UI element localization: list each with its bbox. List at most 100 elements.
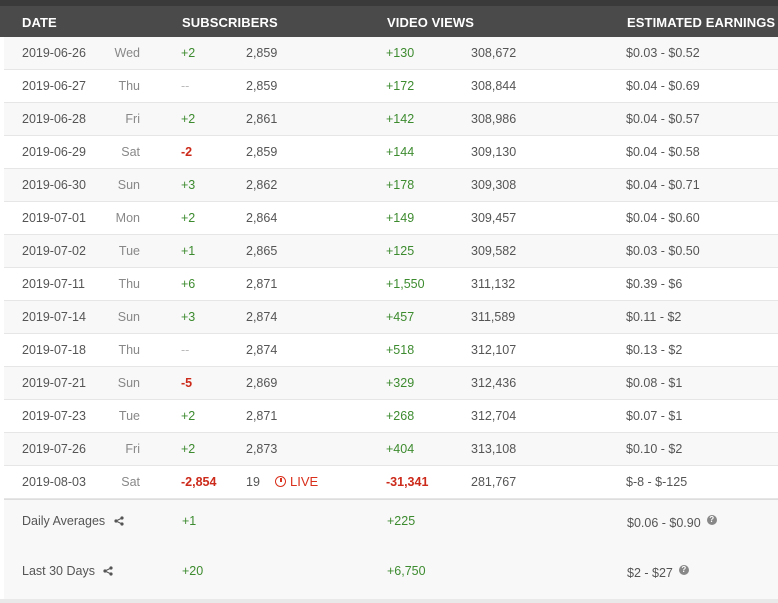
daily-view-change: +225 (387, 514, 416, 528)
table-row: 2019-06-30 Sun +3 2,862 +178 309,308 $0.04 - $… (4, 169, 778, 202)
last-30-days-row: Last 30 Days +20 +6,750 $2 - $27? (4, 564, 778, 594)
subscriber-total-cell: 2,859 (246, 79, 278, 93)
subscriber-total-cell: 2,859 (246, 145, 278, 159)
date-cell: 2019-07-02 (22, 244, 86, 258)
last-30-days-label[interactable]: Last 30 Days (22, 564, 114, 578)
header-video-views: VIDEO VIEWS (387, 15, 475, 30)
view-total-cell: 309,582 (471, 244, 517, 258)
view-total-cell: 311,132 (471, 277, 516, 291)
subscriber-change-cell: +2 (181, 46, 196, 60)
earnings-cell: $-8 - $-125 (626, 475, 688, 489)
subscriber-change-cell: -- (181, 79, 190, 93)
last30-earnings: $2 - $27? (627, 565, 689, 580)
share-icon[interactable] (114, 516, 124, 526)
view-change-cell: +125 (386, 244, 415, 258)
day-cell: Fri (125, 442, 140, 456)
subscriber-change-cell: +2 (181, 442, 196, 456)
help-icon[interactable]: ? (678, 565, 689, 575)
table-row: 2019-06-27 Thu -- 2,859 +172 308,844 $0.04 - $… (4, 70, 778, 103)
earnings-cell: $0.04 - $0.57 (626, 112, 700, 126)
view-total-cell: 313,108 (471, 442, 517, 456)
subscriber-change-cell: +2 (181, 409, 196, 423)
share-icon[interactable] (103, 566, 114, 576)
subscriber-change-cell: -2 (181, 145, 193, 159)
subscriber-change-cell: -5 (181, 376, 193, 390)
subscriber-total-cell: 2,869 (246, 376, 278, 390)
last30-view-change: +6,750 (387, 564, 426, 578)
view-total-cell: 312,107 (471, 343, 517, 357)
table-row: 2019-07-14 Sun +3 2,874 +457 311,589 $0.11 - $… (4, 301, 778, 334)
date-cell: 2019-06-29 (22, 145, 86, 159)
day-cell: Sat (121, 475, 140, 489)
subscriber-change-cell: -- (181, 343, 190, 357)
header-date: DATE (22, 15, 57, 30)
subscriber-total-cell: 2,864 (246, 211, 278, 225)
daily-averages-label[interactable]: Daily Averages (22, 514, 124, 528)
subscriber-change-cell: +2 (181, 211, 196, 225)
table-row: 2019-08-03 Sat -2,854 19 LIVE -31,341 281,767 $… (4, 466, 778, 499)
date-cell: 2019-07-01 (22, 211, 86, 225)
view-total-cell: 311,589 (471, 310, 516, 324)
clock-icon (275, 476, 286, 487)
day-cell: Thu (118, 277, 140, 291)
earnings-cell: $0.04 - $0.60 (626, 211, 700, 225)
earnings-cell: $0.04 - $0.58 (626, 145, 700, 159)
view-change-cell: +518 (386, 343, 415, 357)
help-icon[interactable]: ? (706, 515, 717, 525)
date-cell: 2019-07-26 (22, 442, 86, 456)
date-cell: 2019-06-26 (22, 46, 86, 60)
date-cell: 2019-07-21 (22, 376, 86, 390)
view-total-cell: 309,308 (471, 178, 517, 192)
header-earnings: ESTIMATED EARNINGS (627, 15, 776, 30)
earnings-cell: $0.10 - $2 (626, 442, 683, 456)
day-cell: Sun (117, 178, 140, 192)
subscriber-total-cell: 2,874 (246, 310, 278, 324)
table-row: 2019-07-01 Mon +2 2,864 +149 309,457 $0.04 - $… (4, 202, 778, 235)
day-cell: Sun (117, 310, 140, 324)
view-total-cell: 308,986 (471, 112, 517, 126)
earnings-cell: $0.39 - $6 (626, 277, 683, 291)
day-cell: Mon (115, 211, 140, 225)
table-body: 2019-06-26 Wed +2 2,859 +130 308,672 $0.03 - $… (4, 37, 778, 499)
subscriber-change-cell: +6 (181, 277, 196, 291)
last30-sub-change: +20 (182, 564, 204, 578)
view-total-cell: 309,130 (471, 145, 517, 159)
view-total-cell: 308,844 (471, 79, 517, 93)
date-cell: 2019-06-28 (22, 112, 86, 126)
table-row: 2019-06-26 Wed +2 2,859 +130 308,672 $0.03 - $… (4, 37, 778, 70)
subscriber-total-cell: 2,874 (246, 343, 278, 357)
subscriber-total-cell: 19 (246, 475, 260, 489)
date-cell: 2019-08-03 (22, 475, 86, 489)
view-change-cell: +142 (386, 112, 415, 126)
subscriber-change-cell: +2 (181, 112, 196, 126)
view-change-cell: +404 (386, 442, 415, 456)
earnings-cell: $0.07 - $1 (626, 409, 683, 423)
day-cell: Thu (118, 79, 140, 93)
live-badge: LIVE (275, 474, 318, 489)
view-change-cell: +172 (386, 79, 415, 93)
table-row: 2019-06-29 Sat -2 2,859 +144 309,130 $0.04 - $… (4, 136, 778, 169)
subscriber-change-cell: +3 (181, 310, 196, 324)
earnings-cell: $0.03 - $0.50 (626, 244, 700, 258)
table-row: 2019-07-21 Sun -5 2,869 +329 312,436 $0.08 - $… (4, 367, 778, 400)
date-cell: 2019-07-18 (22, 343, 86, 357)
day-cell: Thu (118, 343, 140, 357)
earnings-cell: $0.13 - $2 (626, 343, 683, 357)
earnings-cell: $0.03 - $0.52 (626, 46, 700, 60)
view-total-cell: 281,767 (471, 475, 517, 489)
day-cell: Sat (121, 145, 140, 159)
view-change-cell: -31,341 (386, 475, 429, 489)
header-subscribers: SUBSCRIBERS (182, 15, 278, 30)
table-header: DATE SUBSCRIBERS VIDEO VIEWS ESTIMATED E… (0, 6, 778, 37)
earnings-cell: $0.08 - $1 (626, 376, 683, 390)
view-change-cell: +149 (386, 211, 415, 225)
view-total-cell: 312,436 (471, 376, 517, 390)
subscriber-total-cell: 2,871 (246, 409, 278, 423)
view-change-cell: +144 (386, 145, 415, 159)
view-total-cell: 309,457 (471, 211, 517, 225)
date-cell: 2019-07-14 (22, 310, 86, 324)
daily-averages-row: Daily Averages +1 +225 $0.06 - $0.90? (4, 514, 778, 544)
table-row: 2019-06-28 Fri +2 2,861 +142 308,986 $0.04 - $… (4, 103, 778, 136)
subscriber-total-cell: 2,871 (246, 277, 278, 291)
view-total-cell: 312,704 (471, 409, 517, 423)
